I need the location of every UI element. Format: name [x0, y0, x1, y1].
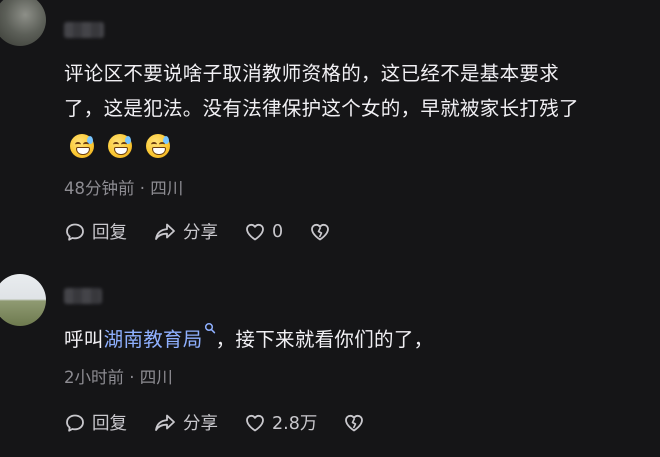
share-icon: [155, 223, 175, 240]
comment-item: 呼叫湖南教育局 ，接下来就看你们的了， 2小时前 · 四川 回复 分享 2.8万: [0, 274, 660, 457]
comment-actions: 回复 分享 2.8万: [64, 410, 391, 435]
grinning-sweat-emoji: [70, 134, 94, 158]
comment-location: 四川: [139, 368, 173, 387]
like-count: 2.8万: [272, 414, 318, 434]
comment-text: 评论区不要说啥子取消教师资格的，这已经不是基本要求 了，这是犯法。没有法律保护这…: [64, 56, 654, 126]
comment-text-line: 了，这是犯法。没有法律保护这个女的，早就被家长打残了: [64, 97, 579, 120]
emoji-row: [70, 134, 170, 158]
comment-actions: 回复 分享 0: [64, 219, 357, 244]
share-label: 分享: [183, 414, 218, 434]
reply-button[interactable]: 回复: [64, 219, 127, 244]
comment-text-line: 评论区不要说啥子取消教师资格的，这已经不是基本要求: [64, 62, 560, 85]
comment-time: 2小时前: [64, 368, 124, 387]
comment-text-prefix: 呼叫: [64, 328, 104, 351]
grinning-sweat-emoji: [108, 134, 132, 158]
username-blurred[interactable]: [64, 288, 102, 304]
reply-label: 回复: [92, 414, 127, 434]
username-blurred[interactable]: [64, 22, 104, 38]
heart-icon: [246, 414, 264, 431]
reply-icon: [66, 414, 84, 432]
comment-meta: 2小时前 · 四川: [64, 364, 173, 388]
comment-text-suffix: ，接下来就看你们的了，: [215, 328, 434, 351]
share-button[interactable]: 分享: [153, 410, 218, 435]
mention-link[interactable]: 湖南教育局: [103, 322, 216, 351]
avatar[interactable]: [0, 274, 46, 326]
search-icon: [204, 322, 215, 334]
share-icon: [155, 414, 175, 431]
avatar[interactable]: [0, 0, 46, 46]
comment-time: 48分钟前: [64, 179, 135, 198]
meta-separator: ·: [139, 179, 145, 198]
dislike-button[interactable]: [343, 412, 365, 434]
reply-button[interactable]: 回复: [64, 410, 127, 435]
meta-separator: ·: [129, 368, 135, 387]
reply-icon: [66, 223, 84, 241]
like-button[interactable]: 0: [244, 221, 283, 243]
grinning-sweat-emoji: [146, 134, 170, 158]
heart-icon: [246, 223, 264, 240]
like-button[interactable]: 2.8万: [244, 410, 317, 435]
broken-heart-icon: [345, 414, 364, 431]
like-count: 0: [272, 221, 284, 242]
comment-meta: 48分钟前 · 四川: [64, 175, 183, 199]
share-button[interactable]: 分享: [153, 219, 218, 244]
dislike-button[interactable]: [309, 221, 331, 243]
comment-item: 评论区不要说啥子取消教师资格的，这已经不是基本要求 了，这是犯法。没有法律保护这…: [0, 0, 660, 250]
comment-text: 呼叫湖南教育局 ，接下来就看你们的了，: [64, 322, 654, 357]
reply-label: 回复: [92, 223, 127, 243]
share-label: 分享: [183, 223, 218, 243]
comment-location: 四川: [150, 179, 184, 198]
broken-heart-icon: [311, 223, 330, 240]
mention-text: 湖南教育局: [103, 328, 203, 351]
